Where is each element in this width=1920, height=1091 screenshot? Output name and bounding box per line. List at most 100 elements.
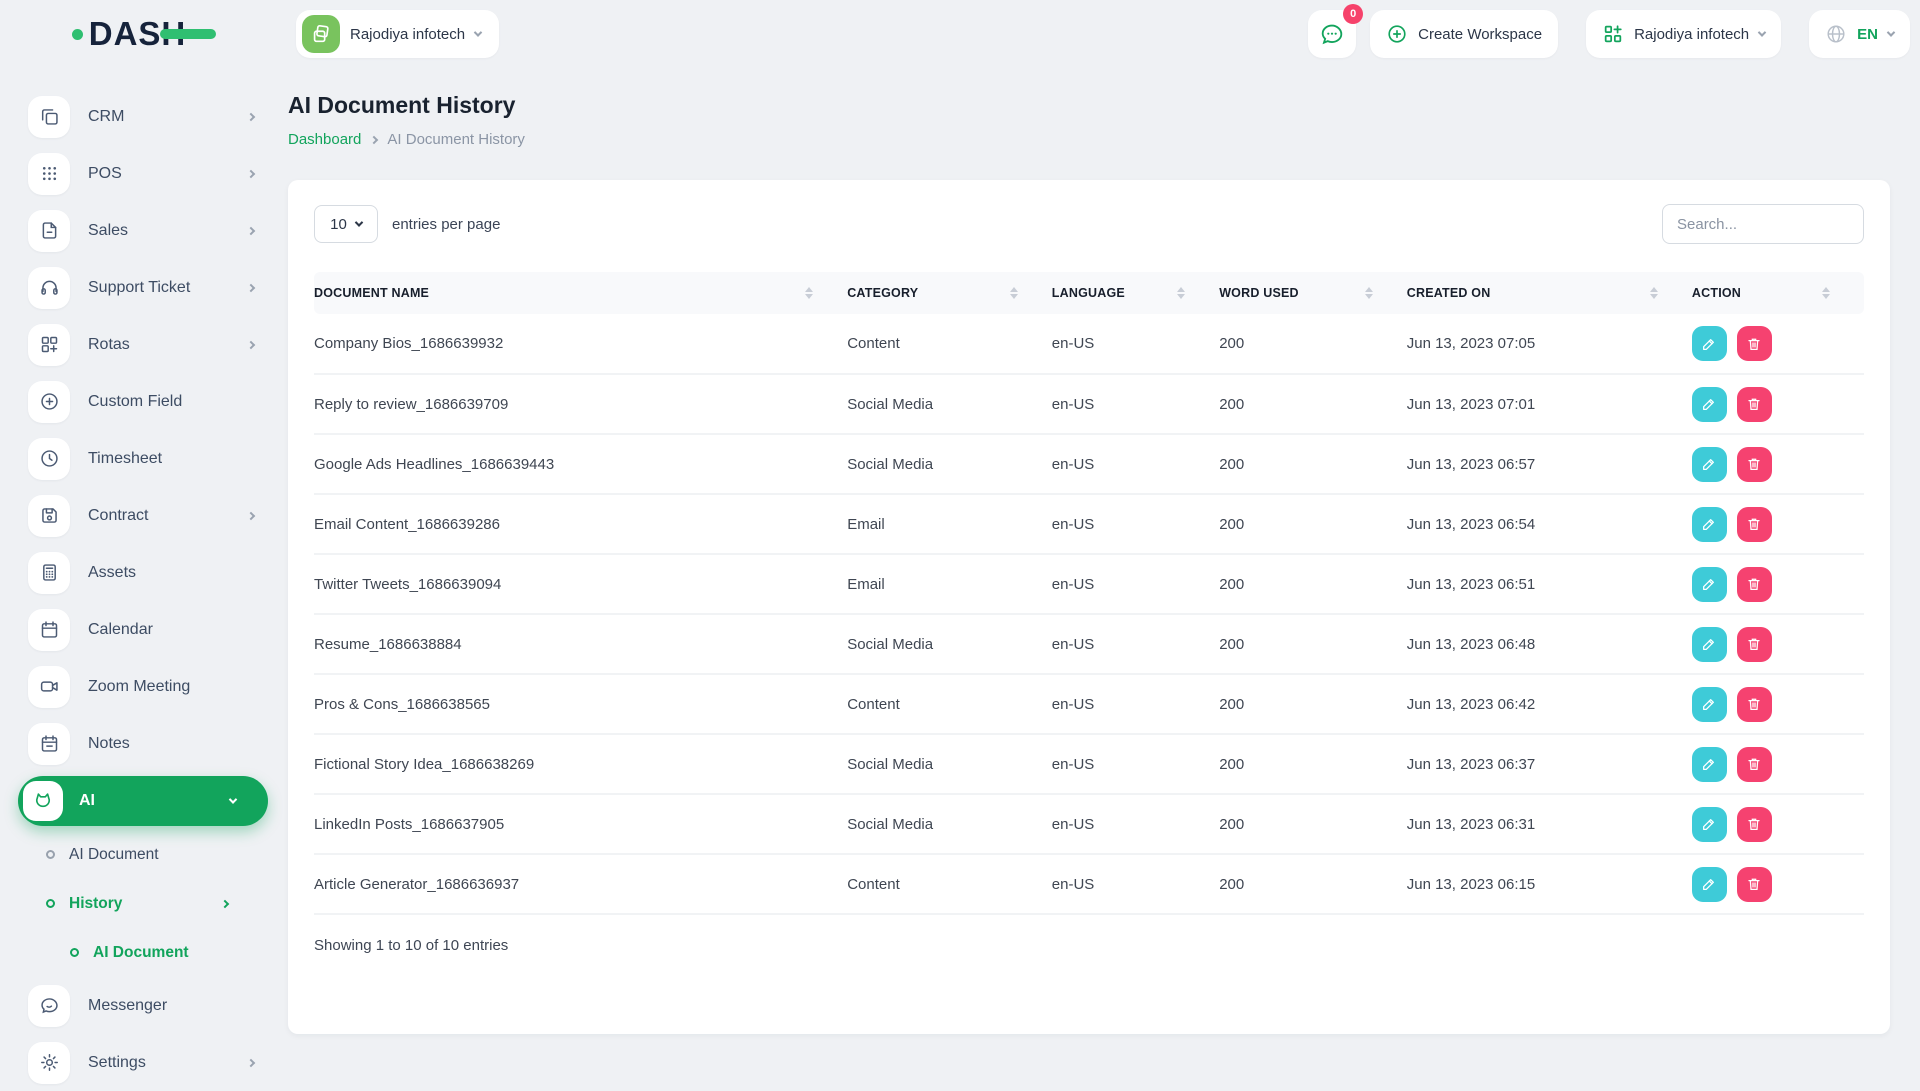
edit-button[interactable]: [1692, 326, 1727, 361]
sidebar-item-zoom-meeting[interactable]: Zoom Meeting: [28, 658, 268, 715]
delete-button[interactable]: [1737, 687, 1772, 722]
sort-icon: [805, 287, 813, 299]
cell-word-used: 200: [1219, 434, 1407, 494]
pencil-icon: [1701, 456, 1717, 472]
delete-button[interactable]: [1737, 507, 1772, 542]
sidebar-subitem-history[interactable]: History: [28, 879, 268, 928]
sidebar-item-custom-field[interactable]: Custom Field: [28, 373, 268, 430]
sidebar-item-timesheet[interactable]: Timesheet: [28, 430, 268, 487]
sidebar-item-notes[interactable]: Notes: [28, 715, 268, 772]
notes-calendar-icon: [28, 723, 70, 765]
sidebar-item-crm[interactable]: CRM: [28, 88, 268, 145]
create-workspace-label: Create Workspace: [1418, 26, 1542, 43]
sort-icon: [1650, 287, 1658, 299]
sidebar-item-rotas[interactable]: Rotas: [28, 316, 268, 373]
pencil-icon: [1701, 756, 1717, 772]
pencil-icon: [1701, 636, 1717, 652]
edit-button[interactable]: [1692, 687, 1727, 722]
messages-button[interactable]: 0: [1308, 10, 1356, 58]
table-row: Resume_1686638884 Social Media en-US 200…: [314, 614, 1864, 674]
cell-language: en-US: [1052, 494, 1219, 554]
calculator-icon: [28, 552, 70, 594]
delete-button[interactable]: [1737, 867, 1772, 902]
edit-button[interactable]: [1692, 627, 1727, 662]
delete-button[interactable]: [1737, 747, 1772, 782]
edit-button[interactable]: [1692, 747, 1727, 782]
sidebar-item-settings[interactable]: Settings: [28, 1034, 268, 1091]
cell-language: en-US: [1052, 854, 1219, 914]
search-input[interactable]: [1662, 204, 1864, 244]
cell-category: Social Media: [847, 374, 1052, 434]
sidebar-item-assets[interactable]: Assets: [28, 544, 268, 601]
edit-button[interactable]: [1692, 567, 1727, 602]
sidebar-subitem-ai-document[interactable]: AI Document: [28, 830, 268, 879]
column-header-category[interactable]: CATEGORY: [847, 272, 1052, 314]
pencil-icon: [1701, 876, 1717, 892]
sidebar-subitem-history-ai-document[interactable]: AI Document: [28, 928, 268, 977]
edit-button[interactable]: [1692, 447, 1727, 482]
cell-category: Content: [847, 854, 1052, 914]
logo-dash-icon: [160, 29, 216, 39]
cell-category: Social Media: [847, 434, 1052, 494]
sidebar-item-support-ticket[interactable]: Support Ticket: [28, 259, 268, 316]
sort-icon: [1010, 287, 1018, 299]
row-actions: [1692, 687, 1864, 722]
edit-button[interactable]: [1692, 867, 1727, 902]
sidebar-item-calendar[interactable]: Calendar: [28, 601, 268, 658]
history-table-card: 10 entries per page DOCUMENT NAME CATEGO…: [288, 180, 1890, 1034]
delete-button[interactable]: [1737, 567, 1772, 602]
cell-language: en-US: [1052, 614, 1219, 674]
chevron-down-icon: [1887, 28, 1895, 36]
clock-icon: [28, 438, 70, 480]
delete-button[interactable]: [1737, 447, 1772, 482]
column-header-word-used[interactable]: WORD USED: [1219, 272, 1407, 314]
brand-logo[interactable]: DASH: [0, 15, 288, 53]
column-header-document-name[interactable]: DOCUMENT NAME: [314, 272, 847, 314]
create-workspace-button[interactable]: Create Workspace: [1370, 10, 1558, 58]
cell-category: Social Media: [847, 794, 1052, 854]
trash-icon: [1746, 756, 1762, 772]
cell-document-name: Twitter Tweets_1686639094: [314, 554, 847, 614]
breadcrumb-dashboard-link[interactable]: Dashboard: [288, 131, 361, 148]
row-actions: [1692, 867, 1864, 902]
trash-icon: [1746, 336, 1762, 352]
sort-icon: [1365, 287, 1373, 299]
main-content: AI Document History Dashboard AI Documen…: [288, 68, 1890, 1080]
chevron-right-icon: [247, 112, 255, 120]
sidebar-item-ai[interactable]: AI: [18, 776, 268, 826]
page-size-select[interactable]: 10: [314, 205, 378, 243]
cell-action: [1692, 854, 1864, 914]
cell-action: [1692, 614, 1864, 674]
delete-button[interactable]: [1737, 627, 1772, 662]
delete-button[interactable]: [1737, 326, 1772, 361]
workspace-switcher[interactable]: Rajodiya infotech: [296, 10, 499, 58]
pencil-icon: [1701, 576, 1717, 592]
delete-button[interactable]: [1737, 807, 1772, 842]
edit-button[interactable]: [1692, 387, 1727, 422]
chevron-down-icon: [355, 218, 363, 226]
plus-circle-icon: [1386, 23, 1408, 45]
cell-category: Content: [847, 674, 1052, 734]
table-row: Reply to review_1686639709 Social Media …: [314, 374, 1864, 434]
edit-button[interactable]: [1692, 507, 1727, 542]
ai-fox-icon: [23, 781, 63, 821]
cell-created-on: Jun 13, 2023 06:37: [1407, 734, 1692, 794]
sidebar-item-messenger[interactable]: Messenger: [28, 977, 268, 1034]
row-actions: [1692, 447, 1864, 482]
row-actions: [1692, 507, 1864, 542]
sidebar-item-contract[interactable]: Contract: [28, 487, 268, 544]
sidebar-item-sales[interactable]: Sales: [28, 202, 268, 259]
column-header-created-on[interactable]: CREATED ON: [1407, 272, 1692, 314]
account-dropdown[interactable]: Rajodiya infotech: [1586, 10, 1781, 58]
column-header-language[interactable]: LANGUAGE: [1052, 272, 1219, 314]
edit-button[interactable]: [1692, 807, 1727, 842]
cell-language: en-US: [1052, 674, 1219, 734]
delete-button[interactable]: [1737, 387, 1772, 422]
sort-icon: [1822, 287, 1830, 299]
cell-language: en-US: [1052, 794, 1219, 854]
column-header-action[interactable]: ACTION: [1692, 272, 1864, 314]
language-dropdown[interactable]: EN: [1809, 10, 1910, 58]
sidebar-item-pos[interactable]: POS: [28, 145, 268, 202]
cell-document-name: Company Bios_1686639932: [314, 314, 847, 374]
cell-created-on: Jun 13, 2023 06:57: [1407, 434, 1692, 494]
